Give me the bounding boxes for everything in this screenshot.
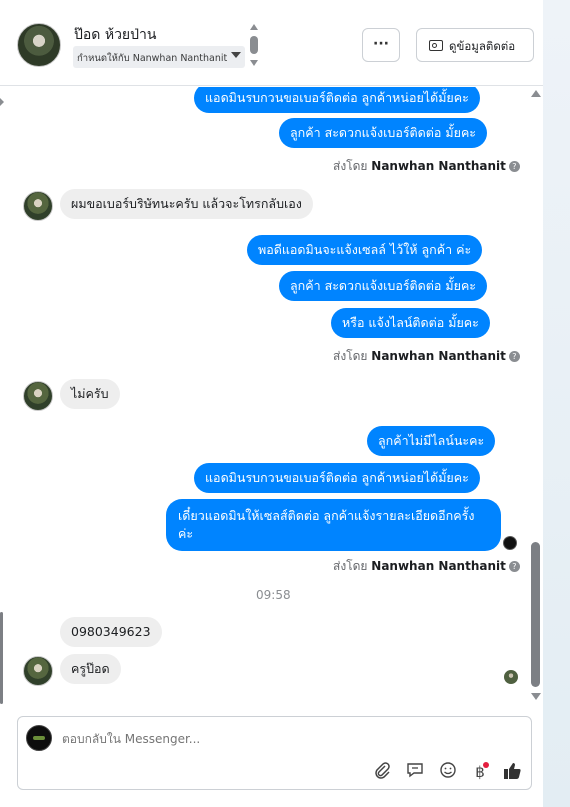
- time-separator: 09:58: [256, 588, 291, 602]
- message-thread: แอดมินรบกวนขอเบอร์ติดต่อ ลูกค้าหน่อยได้ม…: [0, 87, 543, 702]
- contact-avatar-small: [23, 656, 53, 686]
- left-scroll-caret-icon[interactable]: [0, 98, 4, 106]
- message-bubble-outgoing[interactable]: แอดมินรบกวนขอเบอร์ติดต่อ ลูกค้าหน่อยได้ม…: [194, 87, 480, 113]
- message-bubble-outgoing[interactable]: แอดมินรบกวนขอเบอร์ติดต่อ ลูกค้าหน่อยได้ม…: [194, 463, 480, 493]
- message-bubble-outgoing[interactable]: หรือ แจ้งไลน์ติดต่อ มั้ยคะ: [331, 308, 490, 338]
- scroll-thumb[interactable]: [250, 36, 258, 54]
- scroll-down-icon[interactable]: [531, 693, 541, 700]
- header-scrollbar[interactable]: [249, 24, 259, 68]
- contact-avatar[interactable]: [17, 23, 61, 67]
- message-bubble-outgoing[interactable]: พอดีแอดมินจะแจ้งเซลล์ ไว้ให้ ลูกค้า ค่ะ: [247, 235, 483, 265]
- message-bubble-outgoing[interactable]: ลูกค้า สะดวกแจ้งเบอร์ติดต่อ มั้ยคะ: [279, 118, 488, 148]
- thumbs-up-icon[interactable]: [501, 761, 523, 783]
- sent-by-label: ส่งโดย Nanwhan Nanthanit?: [333, 557, 520, 576]
- sender-name: Nanwhan Nanthanit: [371, 559, 506, 573]
- page-avatar: [26, 725, 52, 751]
- help-icon[interactable]: ?: [508, 161, 520, 172]
- message-bubble-incoming[interactable]: ผมขอเบอร์บริษัทนะครับ แล้วจะโทรกลับเอง: [60, 189, 313, 219]
- reply-composer: ฿: [17, 716, 532, 790]
- scroll-up-icon[interactable]: [531, 90, 541, 97]
- emoji-icon[interactable]: [437, 761, 459, 783]
- contact-card-icon: [429, 40, 443, 51]
- left-scroll-edge[interactable]: [0, 612, 3, 704]
- sent-by-prefix: ส่งโดย: [333, 559, 368, 573]
- reply-input[interactable]: [62, 732, 442, 746]
- conversation-panel: ป๊อด ห้วยป่าน กำหนดให้กับ Nanwhan Nantha…: [0, 0, 543, 807]
- seen-indicator-page: [503, 536, 517, 550]
- background-strip: [543, 0, 570, 807]
- scroll-thumb[interactable]: [531, 542, 540, 687]
- conversation-header: ป๊อด ห้วยป่าน กำหนดให้กับ Nanwhan Nantha…: [0, 0, 543, 86]
- contact-avatar-small: [23, 381, 53, 411]
- help-icon[interactable]: ?: [508, 351, 520, 362]
- paperclip-icon[interactable]: [371, 761, 393, 783]
- baht-payment-icon[interactable]: ฿: [469, 761, 491, 783]
- sent-by-prefix: ส่งโดย: [333, 349, 368, 363]
- message-bubble-outgoing[interactable]: เดี๋ยวแอดมินให้เซลส์ติดต่อ ลูกค้าแจ้งราย…: [166, 499, 501, 551]
- sent-by-prefix: ส่งโดย: [333, 159, 368, 173]
- contact-name[interactable]: ป๊อด ห้วยป่าน: [74, 24, 156, 46]
- scroll-down-icon[interactable]: [250, 60, 258, 66]
- notification-dot: [483, 762, 489, 768]
- chevron-down-icon: [231, 52, 241, 58]
- seen-indicator-contact: [504, 670, 518, 684]
- sender-name: Nanwhan Nanthanit: [371, 349, 506, 363]
- message-bubble-incoming[interactable]: 0980349623: [60, 617, 162, 647]
- help-icon[interactable]: ?: [508, 561, 520, 572]
- assign-dropdown[interactable]: กำหนดให้กับ Nanwhan Nanthanit: [73, 46, 245, 68]
- sender-name: Nanwhan Nanthanit: [371, 159, 506, 173]
- contact-info-label: ดูข้อมูลติดต่อ: [449, 39, 516, 53]
- message-bubble-outgoing[interactable]: ลูกค้า สะดวกแจ้งเบอร์ติดต่อ มั้ยคะ: [279, 271, 488, 301]
- thread-scrollbar[interactable]: [529, 87, 543, 702]
- view-contact-info-button[interactable]: ดูข้อมูลติดต่อ: [416, 28, 534, 62]
- scroll-up-icon[interactable]: [250, 24, 258, 30]
- saved-reply-icon[interactable]: [404, 761, 426, 783]
- sent-by-label: ส่งโดย Nanwhan Nanthanit?: [333, 347, 520, 366]
- message-bubble-incoming[interactable]: ไม่ครับ: [60, 379, 120, 409]
- assigned-to-label: กำหนดให้กับ Nanwhan Nanthanit: [77, 53, 228, 64]
- message-bubble-incoming[interactable]: ครูป๊อด: [60, 654, 121, 684]
- message-bubble-outgoing[interactable]: ลูกค้าไม่มีไลน์นะคะ: [367, 426, 496, 456]
- sent-by-label: ส่งโดย Nanwhan Nanthanit?: [333, 157, 520, 176]
- more-options-button[interactable]: ···: [362, 28, 400, 62]
- contact-avatar-small: [23, 191, 53, 221]
